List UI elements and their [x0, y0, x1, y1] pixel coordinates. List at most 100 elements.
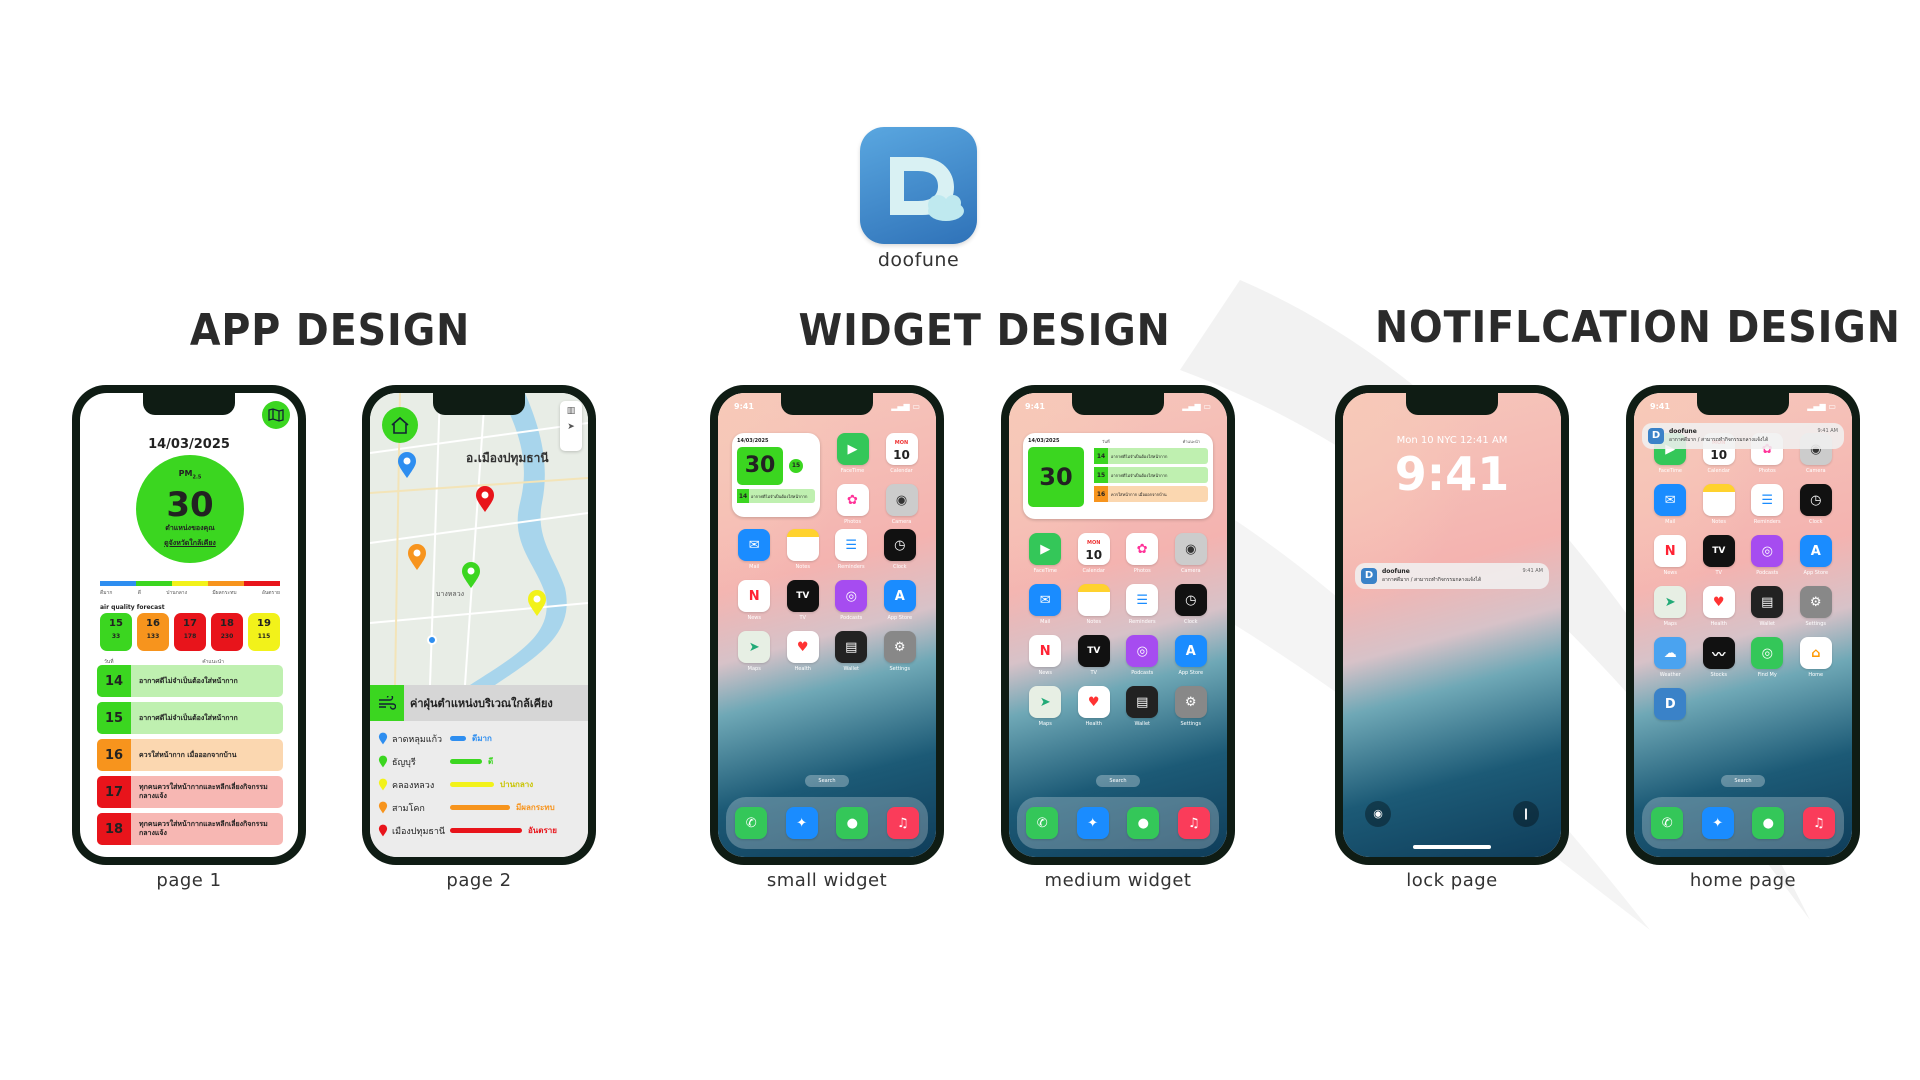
station-row[interactable]: ลาดหลุมแก้ว ดีมาก [378, 727, 580, 750]
camera-shortcut-icon[interactable]: ◉ [1365, 801, 1391, 827]
banner-notification[interactable]: D doofune 9:41 AM อากาศดีมาก / สามารถทำกิ… [1642, 423, 1844, 449]
phone-icon[interactable]: ✆ [735, 807, 768, 839]
app-reminders[interactable]: ☰ Reminders [1743, 484, 1792, 525]
map-controls[interactable]: ▥ ➤ [560, 401, 582, 451]
app-wallet[interactable]: ▤ Wallet [1118, 686, 1167, 727]
app-reminders[interactable]: ☰ Reminders [1118, 584, 1167, 625]
app-settings[interactable]: ⚙ Settings [1792, 586, 1841, 627]
pin-green-icon[interactable] [460, 561, 482, 589]
forecast-card[interactable]: 15 33 [100, 613, 132, 651]
music-icon[interactable]: ♫ [886, 807, 919, 839]
app-settings[interactable]: ⚙ Settings [876, 631, 925, 672]
day-row[interactable]: 15 อากาศดีไม่จำเป็นต้องใส่หน้ากาก [97, 702, 283, 734]
app-news[interactable]: N News [730, 580, 779, 621]
lock-notification[interactable]: D doofune 9:41 AM อากาศดีมาก / สามารถทำกิ… [1355, 563, 1549, 589]
app-photos[interactable]: ✿ Photos [828, 484, 877, 525]
forecast-card[interactable]: 19 115 [248, 613, 280, 651]
safari-icon[interactable]: ✦ [785, 807, 818, 839]
day-row[interactable]: 18 ทุกคนควรใส่หน้ากากและหลีกเลี่ยงกิจกรรม… [97, 813, 283, 845]
music-icon[interactable]: ♫ [1802, 807, 1835, 839]
map-button[interactable] [262, 401, 290, 429]
app-facetime[interactable]: ▶ FaceTime [1021, 533, 1070, 574]
app-tv[interactable]: TV TV [1695, 535, 1744, 576]
pin-blue-icon[interactable] [396, 451, 418, 479]
small-aqi-widget[interactable]: 14/03/2025 30 15 14 อากาศดีไม่จำเป็นต้อง… [732, 433, 820, 517]
app-notes[interactable]: Notes [779, 529, 828, 570]
app-findmy[interactable]: ◎ Find My [1743, 637, 1792, 678]
station-row[interactable]: ธัญบุรี ดี [378, 750, 580, 773]
app-tv[interactable]: TV TV [1070, 635, 1119, 676]
app-maps[interactable]: ➤ Maps [1646, 586, 1695, 627]
app-news[interactable]: N News [1646, 535, 1695, 576]
search-pill[interactable]: Search [1721, 775, 1765, 787]
app-appstore[interactable]: A App Store [1167, 635, 1216, 676]
app-appstore[interactable]: A App Store [1792, 535, 1841, 576]
app-mail[interactable]: ✉ Mail [1646, 484, 1695, 525]
messages-icon[interactable]: ● [836, 807, 869, 839]
app-appstore[interactable]: A App Store [876, 580, 925, 621]
forecast-card[interactable]: 17 178 [174, 613, 206, 651]
app-podcasts[interactable]: ◎ Podcasts [1118, 635, 1167, 676]
app-notes[interactable]: Notes [1695, 484, 1744, 525]
app-clock[interactable]: ◷ Clock [876, 529, 925, 570]
app-camera[interactable]: ◉ Camera [877, 484, 926, 525]
search-pill[interactable]: Search [1096, 775, 1140, 787]
app-health[interactable]: ♥ Health [779, 631, 828, 672]
app-clock[interactable]: ◷ Clock [1167, 584, 1216, 625]
pin-yellow-icon[interactable] [526, 589, 548, 617]
app-mail[interactable]: ✉ Mail [730, 529, 779, 570]
app-home[interactable]: ⌂ Home [1792, 637, 1841, 678]
map-layers-icon[interactable]: ▥ [560, 406, 582, 416]
notification-time: 9:41 AM [1817, 428, 1838, 434]
phone-icon[interactable]: ✆ [1651, 807, 1684, 839]
app-maps[interactable]: ➤ Maps [730, 631, 779, 672]
app-notes[interactable]: Notes [1070, 584, 1119, 625]
app-wallet[interactable]: ▤ Wallet [1743, 586, 1792, 627]
nearby-link[interactable]: ดูจังหวัดใกล้เคียง [136, 538, 244, 549]
flashlight-icon[interactable]: ❙ [1513, 801, 1539, 827]
phone-icon[interactable]: ✆ [1026, 807, 1059, 839]
station-row[interactable]: คลองหลวง ปานกลาง [378, 773, 580, 796]
app-calendar[interactable]: MON10Calendar [1070, 533, 1119, 574]
app-photos[interactable]: ✿ Photos [1118, 533, 1167, 574]
app-settings[interactable]: ⚙ Settings [1167, 686, 1216, 727]
app-calendar[interactable]: MON10Calendar [877, 433, 926, 474]
home-button[interactable] [382, 407, 418, 443]
widget-date: 14/03/2025 [1028, 438, 1060, 444]
app-tv[interactable]: TV TV [779, 580, 828, 621]
app-maps[interactable]: ➤ Maps [1021, 686, 1070, 727]
search-pill[interactable]: Search [805, 775, 849, 787]
music-icon[interactable]: ♫ [1177, 807, 1210, 839]
home-indicator[interactable] [1413, 845, 1491, 849]
app-clock[interactable]: ◷ Clock [1792, 484, 1841, 525]
forecast-card[interactable]: 18 230 [211, 613, 243, 651]
medium-aqi-widget[interactable]: 14/03/2025 30 วันที่ คำแนะนำ 14 อากาศดีไม่… [1023, 433, 1213, 519]
messages-icon[interactable]: ● [1752, 807, 1785, 839]
app-health[interactable]: ♥ Health [1695, 586, 1744, 627]
app-camera[interactable]: ◉ Camera [1167, 533, 1216, 574]
forecast-card[interactable]: 16 133 [137, 613, 169, 651]
app-facetime[interactable]: ▶ FaceTime [828, 433, 877, 474]
app-news[interactable]: N News [1021, 635, 1070, 676]
app-wallet[interactable]: ▤ Wallet [827, 631, 876, 672]
app-stocks[interactable]: 〰 Stocks [1695, 637, 1744, 678]
day-row[interactable]: 14 อากาศดีไม่จำเป็นต้องใส่หน้ากาก [97, 665, 283, 697]
safari-icon[interactable]: ✦ [1076, 807, 1109, 839]
day-row[interactable]: 16 ควรใส่หน้ากาก เมื่อออกจากบ้าน [97, 739, 283, 771]
station-row[interactable]: สามโคก มีผลกระทบ [378, 796, 580, 819]
pin-red-icon[interactable] [474, 485, 496, 513]
app-podcasts[interactable]: ◎ Podcasts [827, 580, 876, 621]
app-mail[interactable]: ✉ Mail [1021, 584, 1070, 625]
station-row[interactable]: เมืองปทุมธานี อันตราย [378, 819, 580, 842]
app-health[interactable]: ♥ Health [1070, 686, 1119, 727]
app-reminders[interactable]: ☰ Reminders [827, 529, 876, 570]
app-podcasts[interactable]: ◎ Podcasts [1743, 535, 1792, 576]
locate-icon[interactable]: ➤ [560, 422, 582, 432]
day-row[interactable]: 17 ทุกคนควรใส่หน้ากากและหลีกเลี่ยงกิจกรรม… [97, 776, 283, 808]
notification-app: doofune [1669, 428, 1697, 435]
app-doofune[interactable]: D [1646, 688, 1695, 720]
messages-icon[interactable]: ● [1127, 807, 1160, 839]
app-weather[interactable]: ☁ Weather [1646, 637, 1695, 678]
pin-orange-icon[interactable] [406, 543, 428, 571]
safari-icon[interactable]: ✦ [1701, 807, 1734, 839]
